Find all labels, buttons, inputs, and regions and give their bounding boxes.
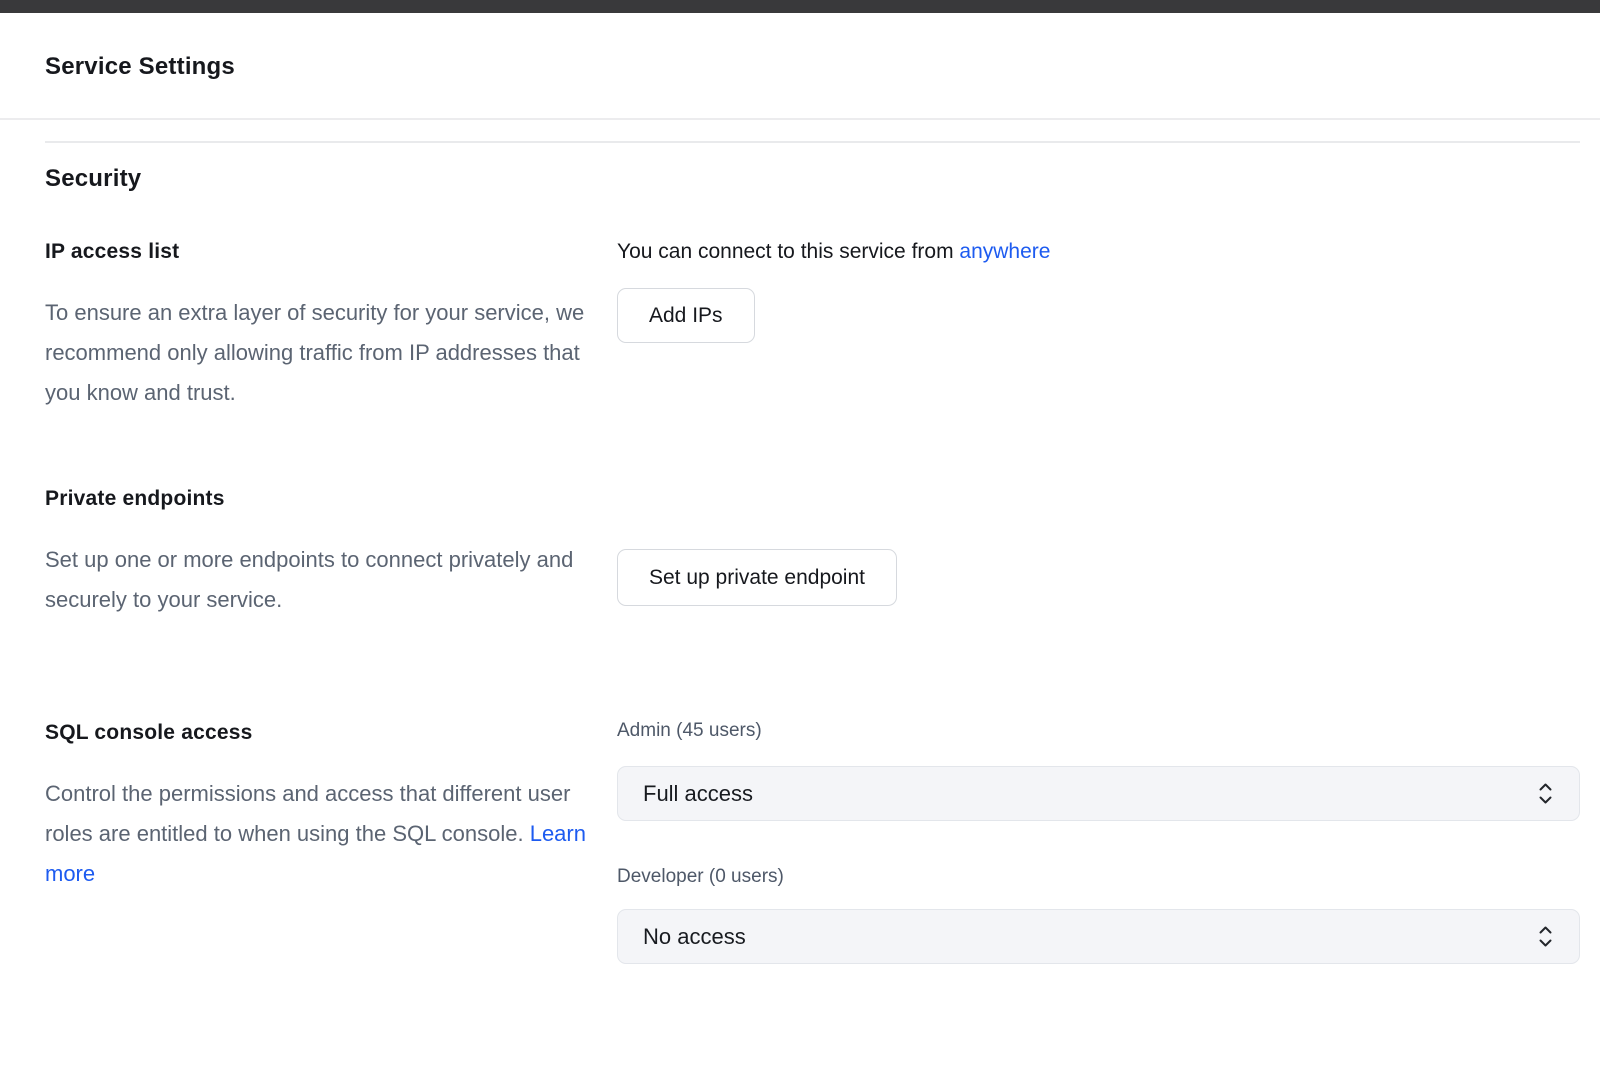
sql-console-description-text: Control the permissions and access that … xyxy=(45,781,570,846)
top-window-bar xyxy=(0,0,1600,13)
setup-private-endpoint-button[interactable]: Set up private endpoint xyxy=(617,549,897,606)
developer-access-select[interactable]: No access xyxy=(617,909,1580,964)
admin-access-value: Full access xyxy=(643,780,753,808)
anywhere-link[interactable]: anywhere xyxy=(959,240,1050,263)
select-chevron-icon xyxy=(1537,923,1554,950)
sql-console-description: Control the permissions and access that … xyxy=(45,774,590,894)
sql-console-right-column: Admin (45 users) Full access Developer (… xyxy=(617,719,1580,964)
admin-role-label: Admin (45 users) xyxy=(617,719,1580,743)
settings-content: Security IP access list To ensure an ext… xyxy=(0,141,1600,964)
private-endpoints-right-column: Set up private endpoint xyxy=(617,485,1580,620)
ip-access-status: You can connect to this service from any… xyxy=(617,238,1580,266)
page-header: Service Settings xyxy=(0,13,1600,120)
ip-access-title: IP access list xyxy=(45,238,617,266)
developer-access-value: No access xyxy=(643,923,746,951)
private-endpoints-row: Private endpoints Set up one or more end… xyxy=(45,485,1580,620)
ip-access-left-column: IP access list To ensure an extra layer … xyxy=(45,238,617,413)
security-section-heading: Security xyxy=(45,164,1580,194)
sql-console-left-column: SQL console access Control the permissio… xyxy=(45,719,617,964)
ip-access-right-column: You can connect to this service from any… xyxy=(617,238,1580,413)
sql-console-access-row: SQL console access Control the permissio… xyxy=(45,719,1580,964)
page-title: Service Settings xyxy=(45,52,1555,82)
add-ips-button[interactable]: Add IPs xyxy=(617,288,755,343)
developer-role-label: Developer (0 users) xyxy=(617,865,1580,889)
ip-access-description: To ensure an extra layer of security for… xyxy=(45,293,590,413)
admin-access-select[interactable]: Full access xyxy=(617,766,1580,821)
private-endpoints-description: Set up one or more endpoints to connect … xyxy=(45,540,590,620)
private-endpoints-title: Private endpoints xyxy=(45,485,617,513)
private-endpoints-left-column: Private endpoints Set up one or more end… xyxy=(45,485,617,620)
select-chevron-icon xyxy=(1537,780,1554,807)
section-divider xyxy=(45,141,1580,143)
ip-access-status-text: You can connect to this service from xyxy=(617,240,959,263)
sql-console-title: SQL console access xyxy=(45,719,617,747)
ip-access-list-row: IP access list To ensure an extra layer … xyxy=(45,238,1580,413)
